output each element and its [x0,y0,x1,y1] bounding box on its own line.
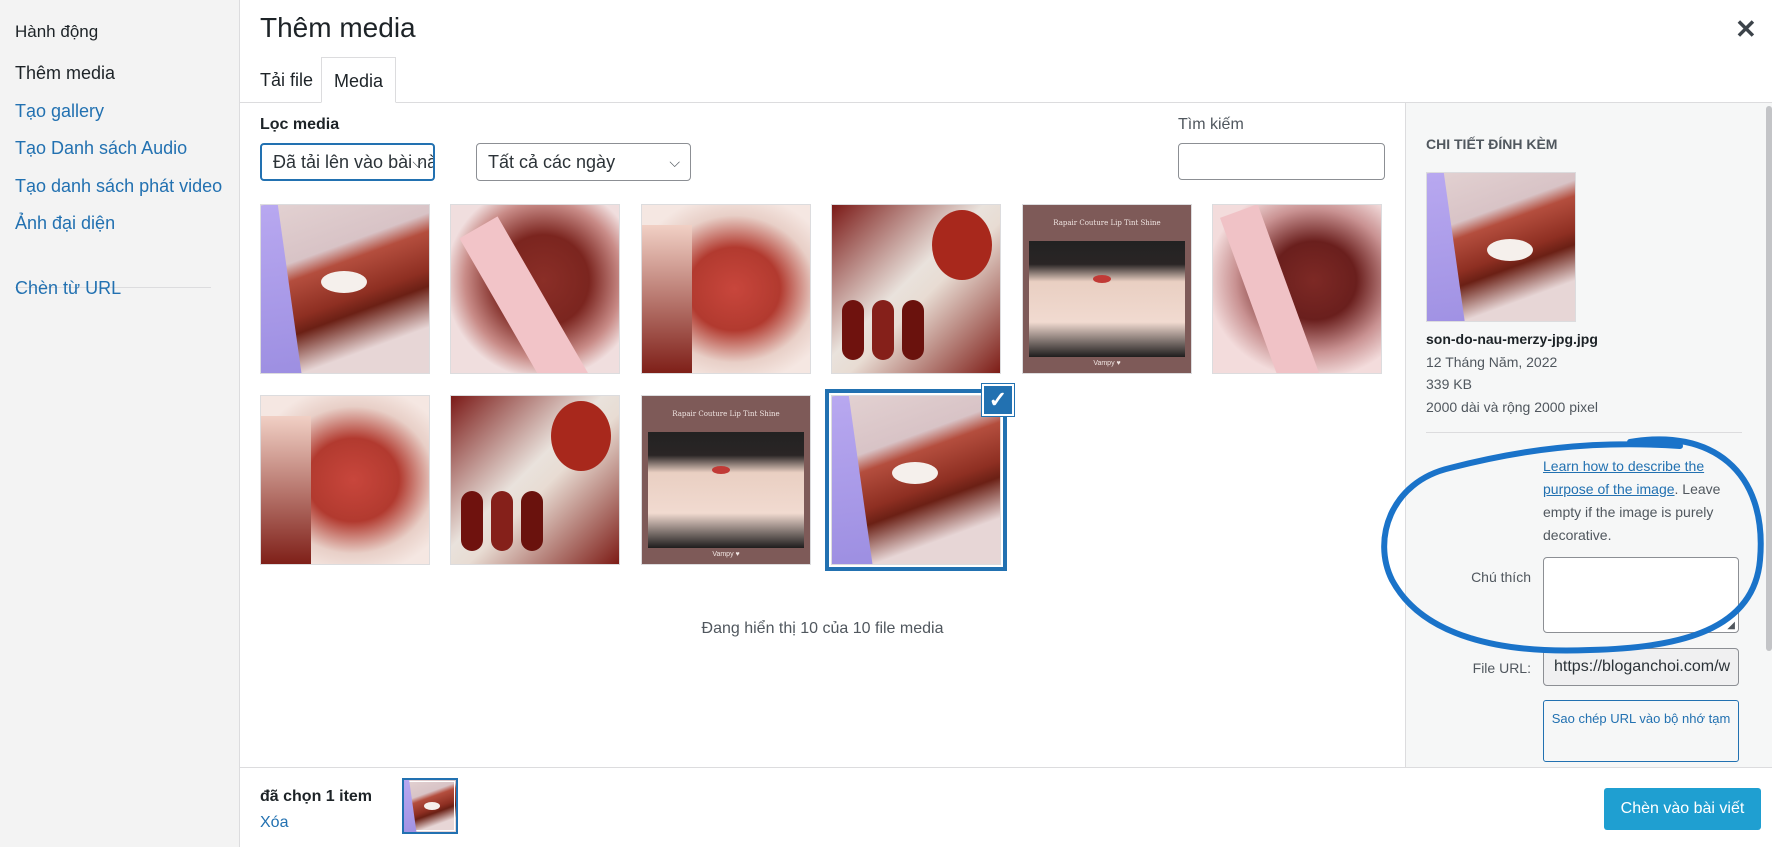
search-input[interactable] [1178,143,1385,180]
frame-title: Thêm media [260,12,416,43]
sidebar-scrollbar[interactable] [1766,106,1772,651]
filter-label: Lọc media [260,116,340,133]
chevron-down-icon: ⌵ [669,154,680,170]
media-thumbnail[interactable] [641,204,811,374]
media-count-status: Đang hiển thị 10 của 10 file media [701,620,944,637]
type-filter-select[interactable]: Đã tải lên vào bài này ⌵ [260,143,435,181]
media-footer [240,767,1772,847]
card-signature: Vampy ♥ [712,551,740,558]
media-thumbnail[interactable] [1212,204,1382,374]
tab-media-library[interactable]: Media [321,57,397,103]
close-icon[interactable]: ✕ [1735,14,1757,45]
attachment-filename: son-do-nau-merzy-jpg.jpg [1426,331,1598,347]
caption-label: Chú thích [1471,569,1531,585]
date-filter-value: Tất cả các ngày [488,152,616,172]
details-divider [1426,432,1742,433]
menu-item-audio-playlist[interactable]: Tạo Danh sách Audio [15,138,187,159]
selected-item-thumbnail[interactable] [402,778,458,834]
attachment-details-title: Chi tiết đính kèm [1426,136,1558,152]
media-thumbnail[interactable] [450,204,620,374]
media-menu: Hành động Thêm media Tạo gallery Tạo Dan… [0,0,240,847]
media-thumbnail[interactable] [260,204,430,374]
media-thumbnail[interactable]: Rapair Couture Lip Tint Shine Vampy ♥ [641,395,811,565]
clear-selection-link[interactable]: Xóa [260,814,288,832]
type-filter-value: Đã tải lên vào bài này [273,152,435,172]
copy-url-button[interactable]: Sao chép URL vào bộ nhớ tạm [1543,700,1739,762]
selection-count: đã chọn 1 item [260,788,373,805]
attachment-dimensions: 2000 dài và rộng 2000 pixel [1426,399,1599,415]
file-url-input[interactable]: https://bloganchoi.com/w [1543,648,1739,686]
search-label: Tìm kiếm [1178,116,1244,133]
media-thumbnail[interactable]: Rapair Couture Lip Tint Shine Vampy ♥ [1022,204,1192,374]
insert-into-post-button[interactable]: Chèn vào bài viết [1604,788,1761,830]
menu-heading: Hành động [15,22,99,41]
menu-item-insert-from-url[interactable]: Chèn từ URL [15,278,121,299]
menu-item-video-playlist[interactable]: Tạo danh sách phát video [15,176,222,197]
file-url-label: File URL: [1472,660,1531,676]
media-thumbnail[interactable] [450,395,620,565]
menu-item-create-gallery[interactable]: Tạo gallery [15,101,104,122]
chevron-down-icon: ⌵ [412,154,423,170]
card-signature: Vampy ♥ [1093,360,1121,367]
media-thumbnail[interactable] [831,204,1001,374]
attachment-preview [1426,172,1576,322]
check-icon[interactable]: ✓ [982,384,1014,416]
attachment-date: 12 Tháng Năm, 2022 [1426,354,1558,370]
date-filter-select[interactable]: Tất cả các ngày ⌵ [476,143,691,181]
alt-text-help: Learn how to describe the purpose of the… [1543,455,1739,547]
card-caption: Rapair Couture Lip Tint Shine [1053,219,1161,227]
tab-bar: Tải file Media [240,57,1772,103]
resize-grip-icon[interactable]: ◢ [1727,620,1735,631]
card-caption: Rapair Couture Lip Tint Shine [672,410,780,418]
media-thumbnail[interactable] [260,395,430,565]
tab-upload-files[interactable]: Tải file [248,57,325,103]
menu-item-add-media[interactable]: Thêm media [15,63,115,84]
menu-item-featured-image[interactable]: Ảnh đại diện [15,213,115,234]
caption-textarea[interactable]: ◢ [1543,557,1739,633]
media-thumbnail-selected[interactable] [825,389,1007,571]
attachment-size: 339 KB [1426,376,1472,392]
